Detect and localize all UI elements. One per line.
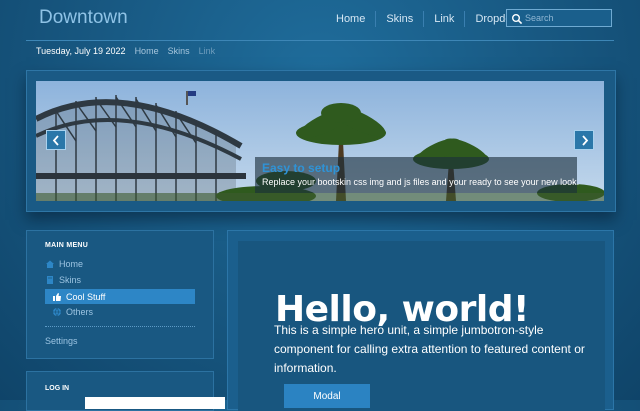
search-icon bbox=[512, 14, 523, 25]
current-date: Tuesday, July 19 2022 bbox=[36, 46, 126, 56]
image-carousel: Easy to setup Replace your bootskin css … bbox=[26, 70, 616, 212]
carousel-next-button[interactable] bbox=[574, 130, 594, 150]
login-username-field[interactable] bbox=[85, 397, 225, 409]
brand-logo[interactable]: Downtown bbox=[39, 7, 128, 29]
home-icon bbox=[46, 260, 54, 268]
carousel-prev-button[interactable] bbox=[46, 130, 66, 150]
carousel-slide-image: Easy to setup Replace your bootskin css … bbox=[36, 81, 604, 201]
modal-button[interactable]: Modal bbox=[284, 384, 370, 408]
thumbs-up-icon bbox=[53, 292, 61, 301]
nav-link[interactable]: Link bbox=[423, 11, 464, 27]
login-panel: LOG IN bbox=[26, 371, 225, 411]
nav-skins[interactable]: Skins bbox=[375, 11, 423, 27]
sidebar-item-home[interactable]: Home bbox=[45, 256, 195, 271]
nav-home[interactable]: Home bbox=[326, 11, 375, 27]
sidebar-item-label: Skins bbox=[59, 274, 82, 285]
globe-icon bbox=[53, 307, 61, 316]
caption-text: Replace your bootskin css img and js fil… bbox=[262, 177, 580, 187]
hero-text: This is a simple hero unit, a simple jum… bbox=[274, 323, 585, 375]
subbar: Tuesday, July 19 2022 Home Skins Link bbox=[36, 44, 224, 58]
carousel-caption: Easy to setup Replace your bootskin css … bbox=[255, 157, 580, 193]
book-icon bbox=[47, 275, 53, 284]
caption-title: Easy to setup bbox=[262, 161, 341, 175]
sidebar-item-settings[interactable]: Settings bbox=[45, 333, 195, 348]
sidebar-item-label: Home bbox=[59, 258, 84, 269]
hero-unit: Hello, world! This is a simple hero unit… bbox=[238, 241, 605, 411]
sidebar-divider bbox=[45, 326, 195, 327]
search-box[interactable] bbox=[506, 9, 612, 27]
content-panel: Hello, world! This is a simple hero unit… bbox=[227, 230, 614, 411]
main-menu-panel: MAIN MENU Home Skins Cool Stuff Others S… bbox=[26, 230, 214, 359]
breadcrumb-home[interactable]: Home bbox=[135, 46, 159, 56]
sidebar-item-label: Others bbox=[66, 306, 94, 317]
chevron-left-icon bbox=[52, 135, 59, 146]
breadcrumb-link[interactable]: Link bbox=[199, 46, 216, 56]
main-menu-header: MAIN MENU bbox=[45, 242, 89, 249]
sidebar-item-label: Cool Stuff bbox=[66, 291, 106, 302]
login-header: LOG IN bbox=[45, 385, 70, 392]
breadcrumb-skins[interactable]: Skins bbox=[168, 46, 190, 56]
sidebar-item-label: Settings bbox=[45, 335, 78, 346]
sidebar-item-others[interactable]: Others bbox=[45, 304, 195, 319]
search-input[interactable] bbox=[525, 11, 609, 25]
sidebar-item-cool-stuff[interactable]: Cool Stuff bbox=[45, 289, 195, 304]
top-navbar: Downtown Home Skins Link Dropdown bbox=[26, 0, 614, 41]
chevron-right-icon bbox=[582, 135, 589, 146]
sidebar-item-skins[interactable]: Skins bbox=[45, 272, 195, 287]
